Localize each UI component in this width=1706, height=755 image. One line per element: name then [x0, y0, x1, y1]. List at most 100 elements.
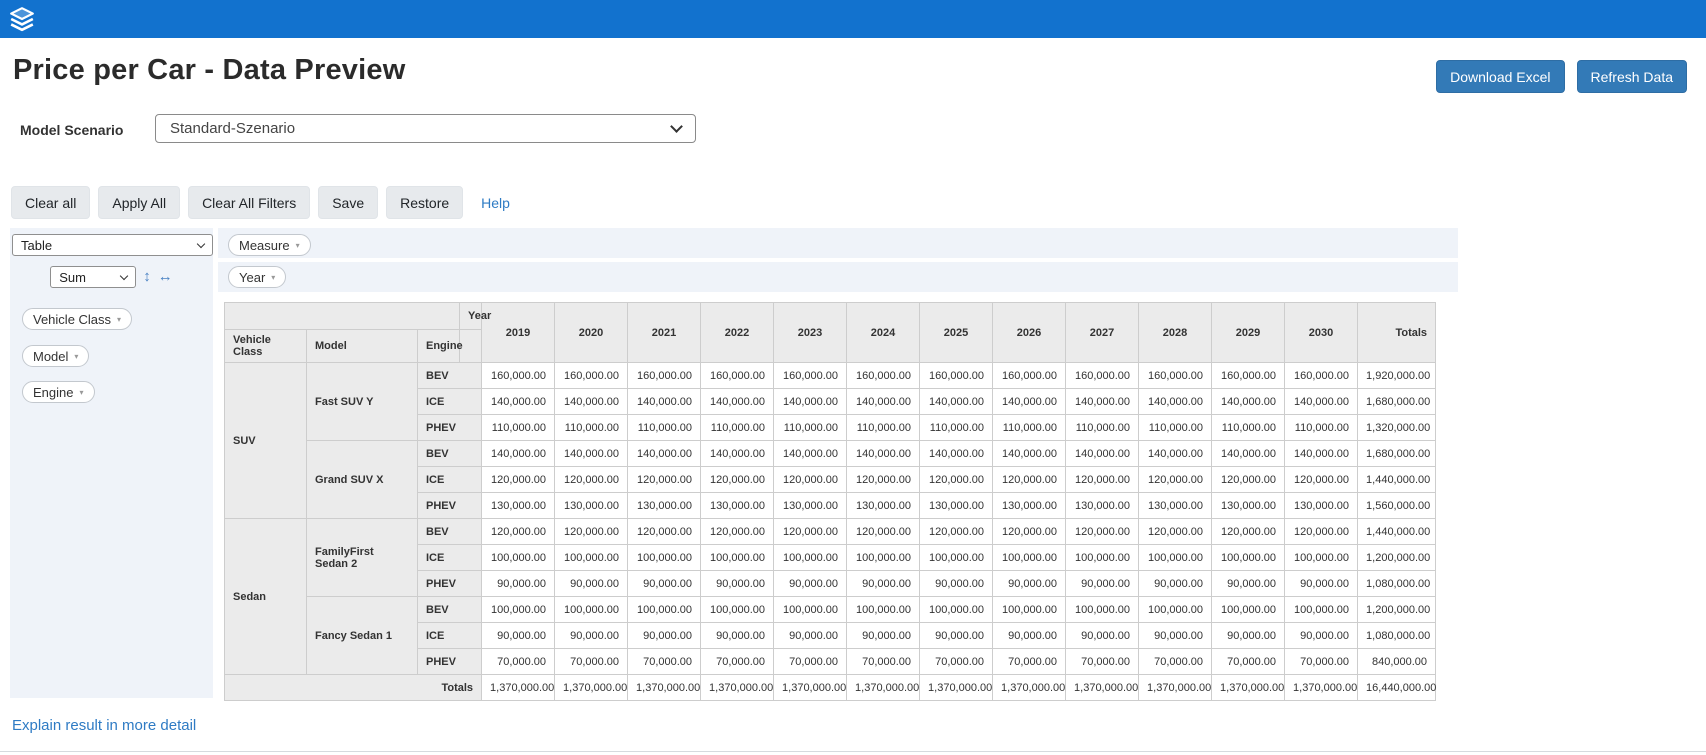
value-cell: 130,000.00 — [993, 493, 1066, 519]
value-cell: 120,000.00 — [1285, 467, 1358, 493]
refresh-data-button[interactable]: Refresh Data — [1577, 60, 1687, 93]
col-total-cell: 1,370,000.00 — [555, 675, 628, 701]
value-cell: 110,000.00 — [555, 415, 628, 441]
attribute-pill-year[interactable]: Year ▾ — [228, 266, 286, 288]
value-cell: 160,000.00 — [993, 363, 1066, 389]
value-cell: 90,000.00 — [1066, 623, 1139, 649]
explain-result-link[interactable]: Explain result in more detail — [12, 717, 196, 734]
row-total-cell: 1,320,000.00 — [1358, 415, 1436, 441]
renderer-select[interactable]: Table — [12, 234, 213, 256]
value-cell: 130,000.00 — [1212, 493, 1285, 519]
clear-all-button[interactable]: Clear all — [11, 186, 90, 219]
col-axis-label: Year — [460, 303, 482, 330]
model-scenario-value: Standard-Szenario — [170, 120, 295, 137]
aggregator-value: Sum — [59, 270, 86, 285]
value-cell: 130,000.00 — [847, 493, 920, 519]
value-cell: 90,000.00 — [920, 571, 993, 597]
value-cell: 90,000.00 — [1285, 623, 1358, 649]
model-scenario-select[interactable]: Standard-Szenario — [155, 114, 696, 143]
value-cell: 140,000.00 — [774, 389, 847, 415]
value-cell: 70,000.00 — [774, 649, 847, 675]
value-cell: 100,000.00 — [1139, 597, 1212, 623]
value-cell: 90,000.00 — [555, 623, 628, 649]
table-row: SUVFast SUV YBEV160,000.00160,000.00160,… — [225, 363, 1436, 389]
aggregator-row: Sum ↕ ↔ — [10, 266, 213, 288]
row-totals-toggle-icon[interactable]: ↕ — [143, 266, 151, 288]
value-cell: 140,000.00 — [920, 389, 993, 415]
year-col-label: 2023 — [774, 303, 847, 363]
value-cell: 120,000.00 — [555, 467, 628, 493]
save-button[interactable]: Save — [318, 186, 378, 219]
download-excel-button[interactable]: Download Excel — [1436, 60, 1564, 93]
value-cell: 120,000.00 — [482, 467, 555, 493]
col-total-cell: 1,370,000.00 — [1139, 675, 1212, 701]
year-col-label: 2024 — [847, 303, 920, 363]
value-cell: 90,000.00 — [1139, 571, 1212, 597]
value-cell: 140,000.00 — [774, 441, 847, 467]
value-cell: 160,000.00 — [555, 363, 628, 389]
value-cell: 130,000.00 — [482, 493, 555, 519]
value-cell: 90,000.00 — [993, 623, 1066, 649]
col-total-cell: 1,370,000.00 — [1285, 675, 1358, 701]
value-cell: 100,000.00 — [774, 597, 847, 623]
year-col-label: 2025 — [920, 303, 993, 363]
value-cell: 140,000.00 — [1212, 389, 1285, 415]
pivot-rows-panel — [10, 228, 213, 698]
row-axis-label: Model — [307, 330, 418, 363]
attribute-pill-model[interactable]: Model ▾ — [22, 345, 89, 367]
attribute-pill-measure[interactable]: Measure ▾ — [228, 234, 311, 256]
value-cell: 100,000.00 — [482, 597, 555, 623]
totals-row-label: Totals — [225, 675, 482, 701]
layers-icon — [9, 6, 35, 32]
app-top-bar — [0, 0, 1706, 38]
value-cell: 70,000.00 — [1139, 649, 1212, 675]
model-cell: Fancy Sedan 1 — [307, 597, 418, 675]
restore-button[interactable]: Restore — [386, 186, 463, 219]
col-total-cell: 1,370,000.00 — [1066, 675, 1139, 701]
aggregator-select[interactable]: Sum — [50, 266, 136, 288]
vehicle-class-cell: Sedan — [225, 519, 307, 675]
engine-cell: PHEV — [418, 571, 482, 597]
value-cell: 140,000.00 — [482, 389, 555, 415]
value-cell: 110,000.00 — [847, 415, 920, 441]
value-cell: 160,000.00 — [1285, 363, 1358, 389]
row-total-cell: 1,200,000.00 — [1358, 545, 1436, 571]
pivot-col-attrs-panel — [218, 262, 1458, 292]
clear-all-filters-button[interactable]: Clear All Filters — [188, 186, 310, 219]
value-cell: 100,000.00 — [555, 597, 628, 623]
value-cell: 130,000.00 — [1285, 493, 1358, 519]
value-cell: 90,000.00 — [628, 571, 701, 597]
value-cell: 100,000.00 — [847, 545, 920, 571]
value-cell: 90,000.00 — [1212, 623, 1285, 649]
value-cell: 110,000.00 — [628, 415, 701, 441]
year-col-label: 2020 — [555, 303, 628, 363]
row-total-cell: 1,080,000.00 — [1358, 623, 1436, 649]
value-cell: 110,000.00 — [1285, 415, 1358, 441]
attribute-pill-engine[interactable]: Engine ▾ — [22, 381, 95, 403]
help-link[interactable]: Help — [481, 195, 510, 211]
value-cell: 160,000.00 — [1066, 363, 1139, 389]
value-cell: 100,000.00 — [1212, 597, 1285, 623]
value-cell: 90,000.00 — [920, 623, 993, 649]
engine-cell: PHEV — [418, 493, 482, 519]
pivot-table: Year201920202021202220232024202520262027… — [224, 302, 1436, 701]
col-total-cell: 1,370,000.00 — [847, 675, 920, 701]
blank-cell — [460, 330, 482, 363]
app-logo[interactable] — [8, 5, 36, 33]
attribute-pill-vehicle-class[interactable]: Vehicle Class ▾ — [22, 308, 132, 330]
value-cell: 130,000.00 — [920, 493, 993, 519]
col-totals-toggle-icon[interactable]: ↔ — [158, 266, 173, 288]
chevron-down-icon — [670, 120, 683, 133]
value-cell: 110,000.00 — [1212, 415, 1285, 441]
value-cell: 70,000.00 — [1212, 649, 1285, 675]
value-cell: 100,000.00 — [1285, 597, 1358, 623]
model-cell: Grand SUV X — [307, 441, 418, 519]
row-total-cell: 1,440,000.00 — [1358, 467, 1436, 493]
apply-all-button[interactable]: Apply All — [98, 186, 180, 219]
value-cell: 100,000.00 — [1285, 545, 1358, 571]
year-col-label: 2019 — [482, 303, 555, 363]
year-col-label: 2027 — [1066, 303, 1139, 363]
value-cell: 100,000.00 — [482, 545, 555, 571]
value-cell: 120,000.00 — [555, 519, 628, 545]
engine-cell: ICE — [418, 545, 482, 571]
